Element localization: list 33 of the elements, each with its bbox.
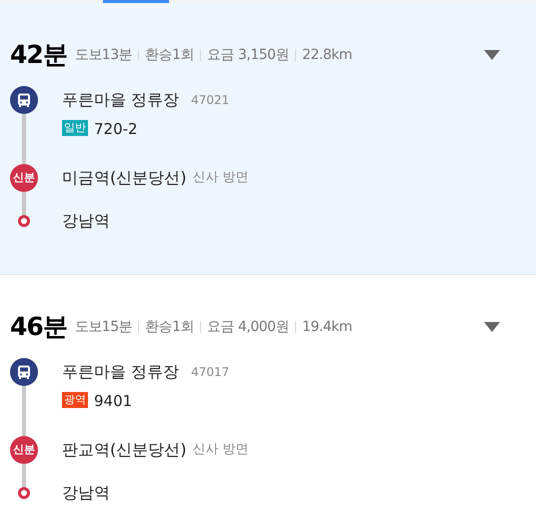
bus-number: 9401 bbox=[94, 391, 132, 412]
direction-text: 신사 방면 bbox=[192, 169, 249, 188]
caret-icon[interactable] bbox=[484, 322, 500, 332]
bus-number: 720-2 bbox=[94, 119, 138, 140]
route-detail: 도보15분 bbox=[74, 318, 132, 336]
route-detail: 환승1회 bbox=[145, 46, 194, 64]
route-card[interactable]: 42분 도보13분 환승1회 요금 3,150원 22.8km 푸른마을 정류장 47021 일반 720-2 신분 미금역(신분당선) 신사 방면 강남역 bbox=[0, 3, 536, 275]
direction-text: 신사 방면 bbox=[192, 441, 249, 460]
stop-id: 47021 bbox=[191, 92, 230, 109]
bus-icon bbox=[17, 365, 31, 379]
destination-marker bbox=[18, 487, 30, 499]
stop-name: 푸른마을 정류장 bbox=[62, 361, 180, 383]
bus-icon bbox=[17, 93, 31, 107]
route-detail: 요금 4,000원 bbox=[207, 318, 290, 336]
route-detail: 도보13분 bbox=[74, 46, 132, 64]
stop-name: 푸른마을 정류장 bbox=[62, 89, 180, 111]
route-detail: 22.8km bbox=[302, 46, 352, 64]
station-name: 미금역(신분당선) bbox=[62, 167, 186, 189]
destination-marker bbox=[18, 215, 30, 227]
station-name: 판교역(신분당선) bbox=[62, 439, 186, 461]
caret-icon[interactable] bbox=[484, 50, 500, 60]
line-badge: 신분 bbox=[10, 164, 38, 192]
route-detail: 요금 3,150원 bbox=[207, 46, 290, 64]
station-name: 강남역 bbox=[62, 482, 110, 504]
duration-text: 46분 bbox=[10, 311, 67, 344]
stop-id: 47017 bbox=[191, 364, 230, 381]
station-name: 강남역 bbox=[62, 210, 110, 232]
route-detail: 19.4km bbox=[302, 318, 352, 336]
bus-type-badge: 광역 bbox=[62, 392, 88, 408]
duration-text: 42분 bbox=[10, 39, 67, 72]
bus-type-badge: 일반 bbox=[62, 120, 88, 136]
line-badge: 신분 bbox=[10, 436, 38, 464]
route-detail: 환승1회 bbox=[145, 318, 194, 336]
